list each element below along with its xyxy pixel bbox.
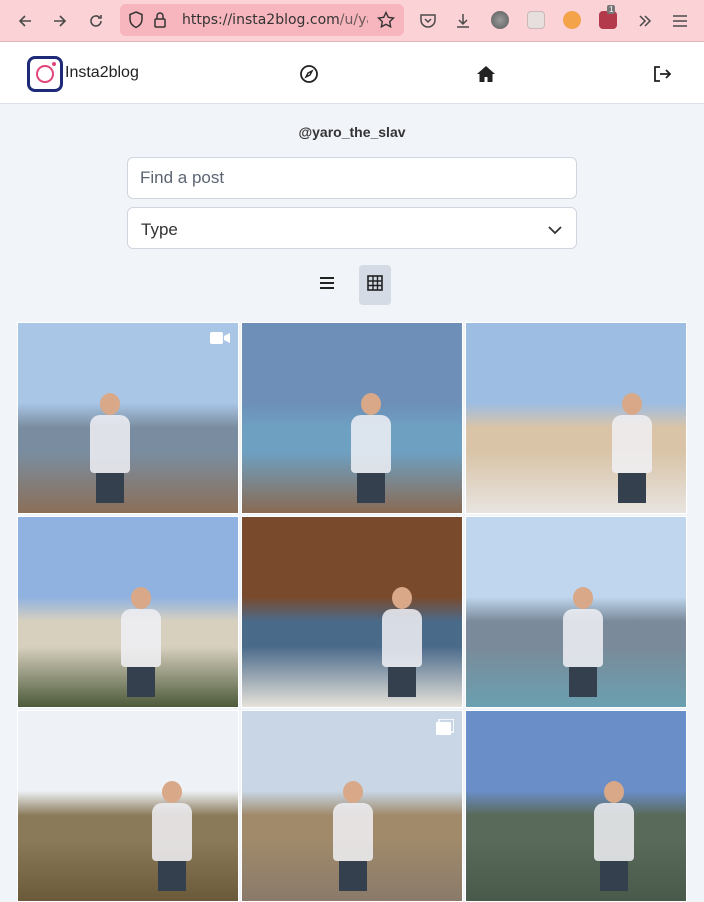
address-bar[interactable]: https://insta2blog.com/u/yaro	[120, 4, 404, 36]
gallery-icon	[436, 718, 455, 740]
url-path: /u/yaro	[339, 12, 368, 28]
grid-icon	[367, 274, 383, 296]
bookmark-star-icon[interactable]	[376, 10, 396, 34]
post-photo	[561, 587, 605, 697]
extension-tab-icon[interactable]	[527, 11, 545, 29]
post-photo	[150, 781, 194, 891]
post-photo	[380, 587, 424, 697]
type-select-value: Type	[141, 220, 178, 239]
video-icon	[210, 331, 230, 350]
back-arrow-icon[interactable]	[12, 8, 38, 34]
list-icon	[319, 276, 335, 295]
post-tile[interactable]	[465, 322, 687, 514]
logout-icon[interactable]	[650, 62, 674, 86]
extension-badge: 1	[607, 5, 616, 14]
download-icon[interactable]	[450, 8, 476, 34]
pocket-icon[interactable]	[415, 8, 441, 34]
post-tile[interactable]	[465, 516, 687, 708]
post-grid	[16, 321, 688, 902]
reload-icon[interactable]	[83, 8, 109, 34]
brand-name[interactable]: Insta2blog	[65, 64, 139, 82]
lock-icon[interactable]	[153, 11, 167, 34]
home-icon[interactable]	[474, 62, 498, 86]
extension-coin-icon[interactable]	[563, 11, 581, 29]
post-tile[interactable]	[241, 516, 463, 708]
post-photo	[592, 781, 636, 891]
url-main: https://insta2blog.com	[182, 12, 340, 28]
post-photo	[331, 781, 375, 891]
post-tile[interactable]	[465, 710, 687, 902]
type-select[interactable]: Type	[127, 207, 577, 249]
chevron-down-icon	[548, 222, 562, 240]
extension-ublock-icon[interactable]: 1	[599, 5, 617, 29]
post-tile[interactable]	[17, 516, 239, 708]
grid-view-button[interactable]	[359, 265, 391, 305]
post-photo	[610, 393, 654, 503]
menu-icon[interactable]	[667, 8, 693, 34]
compass-icon[interactable]	[297, 62, 321, 86]
list-view-button[interactable]	[311, 265, 343, 305]
shield-icon[interactable]	[128, 11, 144, 34]
forward-arrow-icon[interactable]	[47, 8, 73, 34]
extension-globe-icon[interactable]	[491, 11, 509, 29]
post-tile[interactable]	[241, 322, 463, 514]
post-photo	[119, 587, 163, 697]
post-tile[interactable]	[17, 710, 239, 902]
overflow-chevron-icon[interactable]	[632, 8, 658, 34]
post-tile[interactable]	[241, 710, 463, 902]
profile-username: @yaro_the_slav	[298, 124, 406, 140]
browser-toolbar: https://insta2blog.com/u/yaro 1	[0, 0, 704, 42]
app-header: Insta2blog	[0, 42, 704, 104]
post-photo	[88, 393, 132, 503]
post-tile[interactable]	[17, 322, 239, 514]
url-text: https://insta2blog.com/u/yaro	[182, 12, 368, 28]
post-photo	[349, 393, 393, 503]
instagram-logo-icon[interactable]	[27, 56, 63, 92]
search-input[interactable]	[127, 157, 577, 199]
